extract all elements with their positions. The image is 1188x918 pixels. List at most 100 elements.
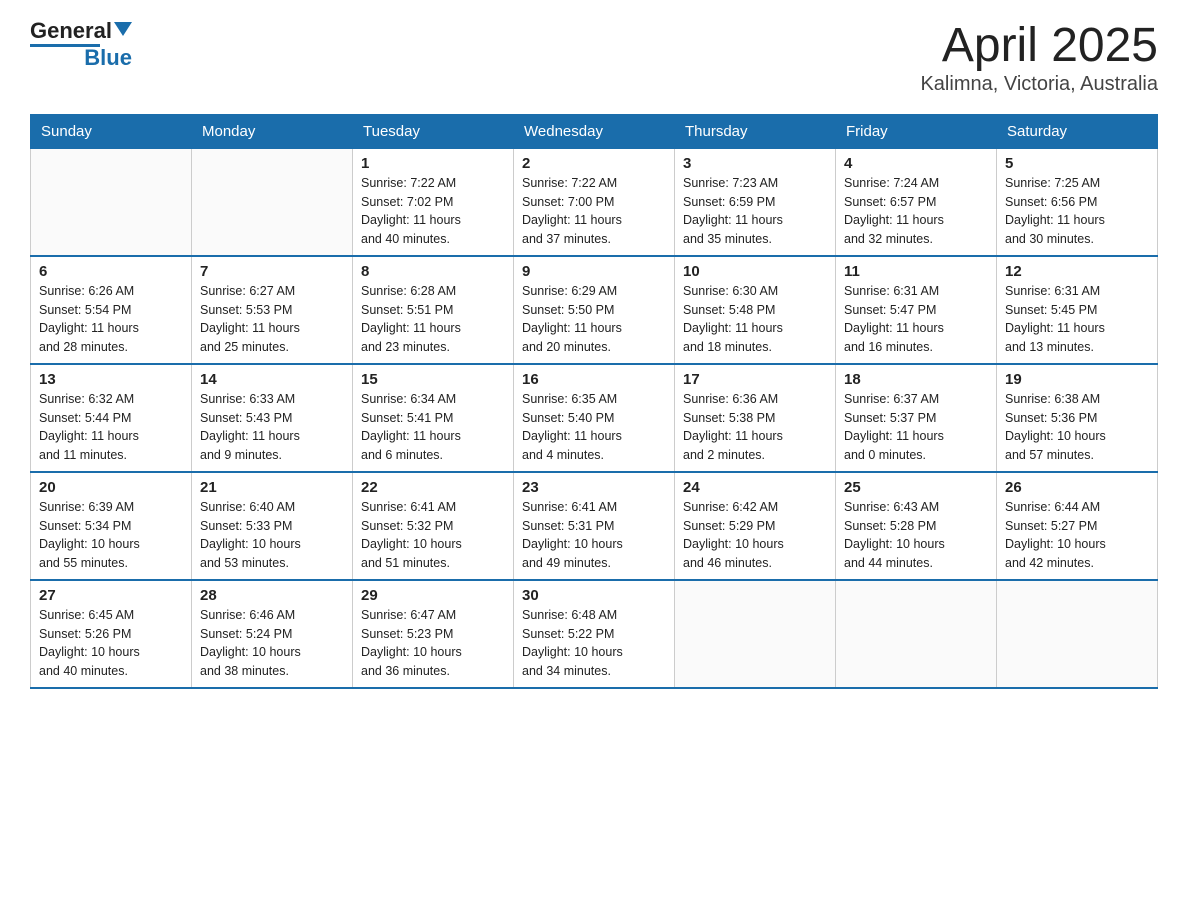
day-info: Sunrise: 6:46 AM Sunset: 5:24 PM Dayligh… (200, 606, 344, 681)
calendar-title: April 2025 (920, 20, 1158, 73)
day-info: Sunrise: 6:35 AM Sunset: 5:40 PM Dayligh… (522, 390, 666, 465)
day-number: 27 (39, 587, 183, 604)
day-info: Sunrise: 6:27 AM Sunset: 5:53 PM Dayligh… (200, 282, 344, 357)
calendar-body: 1Sunrise: 7:22 AM Sunset: 7:02 PM Daylig… (31, 148, 1158, 688)
day-of-week-header: Tuesday (353, 114, 514, 148)
day-number: 23 (522, 479, 666, 496)
calendar-week-row: 13Sunrise: 6:32 AM Sunset: 5:44 PM Dayli… (31, 364, 1158, 472)
day-info: Sunrise: 6:37 AM Sunset: 5:37 PM Dayligh… (844, 390, 988, 465)
calendar-week-row: 1Sunrise: 7:22 AM Sunset: 7:02 PM Daylig… (31, 148, 1158, 256)
calendar-cell: 15 Sunrise: 6:34 AM Sunset: 5:41 PM Dayli… (353, 364, 514, 472)
calendar-cell: 29Sunrise: 6:47 AM Sunset: 5:23 PM Dayli… (353, 580, 514, 688)
day-info: Sunrise: 6:38 AM Sunset: 5:36 PM Dayligh… (1005, 390, 1149, 465)
calendar-cell: 9 Sunrise: 6:29 AM Sunset: 5:50 PM Daylig… (514, 256, 675, 364)
calendar-cell: 4 Sunrise: 7:24 AM Sunset: 6:57 PM Daylig… (836, 148, 997, 256)
day-number: 20 (39, 479, 183, 496)
calendar-cell: 14 Sunrise: 6:33 AM Sunset: 5:43 PM Dayli… (192, 364, 353, 472)
title-block: April 2025 Kalimna, Victoria, Australia (920, 20, 1158, 96)
day-number: 25 (844, 479, 988, 496)
day-number: 28 (200, 587, 344, 604)
logo-triangle-icon (114, 22, 132, 36)
calendar-cell: 26Sunrise: 6:44 AM Sunset: 5:27 PM Dayli… (997, 472, 1158, 580)
calendar-cell: 16 Sunrise: 6:35 AM Sunset: 5:40 PM Dayli… (514, 364, 675, 472)
calendar-week-row: 27 Sunrise: 6:45 AM Sunset: 5:26 PM Dayli… (31, 580, 1158, 688)
calendar-cell (997, 580, 1158, 688)
day-number: 11 (844, 263, 988, 280)
calendar-cell: 24 Sunrise: 6:42 AM Sunset: 5:29 PM Dayli… (675, 472, 836, 580)
calendar-cell: 25Sunrise: 6:43 AM Sunset: 5:28 PM Dayli… (836, 472, 997, 580)
day-number: 21 (200, 479, 344, 496)
day-info: Sunrise: 6:41 AM Sunset: 5:31 PM Dayligh… (522, 498, 666, 573)
day-number: 6 (39, 263, 183, 280)
day-number: 18 (844, 371, 988, 388)
calendar-cell: 23 Sunrise: 6:41 AM Sunset: 5:31 PM Dayli… (514, 472, 675, 580)
day-info: Sunrise: 6:29 AM Sunset: 5:50 PM Dayligh… (522, 282, 666, 357)
day-info: Sunrise: 6:45 AM Sunset: 5:26 PM Dayligh… (39, 606, 183, 681)
day-number: 17 (683, 371, 827, 388)
calendar-cell: 27 Sunrise: 6:45 AM Sunset: 5:26 PM Dayli… (31, 580, 192, 688)
day-number: 7 (200, 263, 344, 280)
day-number: 24 (683, 479, 827, 496)
calendar-cell: 10 Sunrise: 6:30 AM Sunset: 5:48 PM Dayli… (675, 256, 836, 364)
day-number: 9 (522, 263, 666, 280)
day-number: 4 (844, 155, 988, 172)
day-info: Sunrise: 6:42 AM Sunset: 5:29 PM Dayligh… (683, 498, 827, 573)
calendar-week-row: 20Sunrise: 6:39 AM Sunset: 5:34 PM Dayli… (31, 472, 1158, 580)
calendar-cell (31, 148, 192, 256)
day-info: Sunrise: 6:28 AM Sunset: 5:51 PM Dayligh… (361, 282, 505, 357)
day-info: Sunrise: 7:25 AM Sunset: 6:56 PM Dayligh… (1005, 174, 1149, 249)
calendar-week-row: 6 Sunrise: 6:26 AM Sunset: 5:54 PM Daylig… (31, 256, 1158, 364)
day-info: Sunrise: 6:33 AM Sunset: 5:43 PM Dayligh… (200, 390, 344, 465)
calendar-cell: 21 Sunrise: 6:40 AM Sunset: 5:33 PM Dayli… (192, 472, 353, 580)
calendar-cell (836, 580, 997, 688)
day-info: Sunrise: 6:32 AM Sunset: 5:44 PM Dayligh… (39, 390, 183, 465)
calendar-cell: 11 Sunrise: 6:31 AM Sunset: 5:47 PM Dayli… (836, 256, 997, 364)
day-info: Sunrise: 6:34 AM Sunset: 5:41 PM Dayligh… (361, 390, 505, 465)
day-number: 1 (361, 155, 505, 172)
day-info: Sunrise: 6:26 AM Sunset: 5:54 PM Dayligh… (39, 282, 183, 357)
calendar-cell (675, 580, 836, 688)
calendar-table: SundayMondayTuesdayWednesdayThursdayFrid… (30, 114, 1158, 689)
day-number: 2 (522, 155, 666, 172)
day-of-week-header: Sunday (31, 114, 192, 148)
day-number: 14 (200, 371, 344, 388)
calendar-cell: 8 Sunrise: 6:28 AM Sunset: 5:51 PM Daylig… (353, 256, 514, 364)
day-number: 8 (361, 263, 505, 280)
calendar-cell: 1Sunrise: 7:22 AM Sunset: 7:02 PM Daylig… (353, 148, 514, 256)
calendar-subtitle: Kalimna, Victoria, Australia (920, 73, 1158, 96)
calendar-cell: 18 Sunrise: 6:37 AM Sunset: 5:37 PM Dayli… (836, 364, 997, 472)
day-info: Sunrise: 6:31 AM Sunset: 5:47 PM Dayligh… (844, 282, 988, 357)
day-number: 22 (361, 479, 505, 496)
day-info: Sunrise: 7:24 AM Sunset: 6:57 PM Dayligh… (844, 174, 988, 249)
calendar-cell: 12Sunrise: 6:31 AM Sunset: 5:45 PM Dayli… (997, 256, 1158, 364)
calendar-cell: 17Sunrise: 6:36 AM Sunset: 5:38 PM Dayli… (675, 364, 836, 472)
day-number: 5 (1005, 155, 1149, 172)
day-number: 16 (522, 371, 666, 388)
day-number: 3 (683, 155, 827, 172)
day-of-week-header: Monday (192, 114, 353, 148)
calendar-cell: 30 Sunrise: 6:48 AM Sunset: 5:22 PM Dayli… (514, 580, 675, 688)
day-number: 19 (1005, 371, 1149, 388)
day-info: Sunrise: 6:30 AM Sunset: 5:48 PM Dayligh… (683, 282, 827, 357)
logo-blue-text: Blue (84, 45, 132, 70)
day-number: 12 (1005, 263, 1149, 280)
day-number: 29 (361, 587, 505, 604)
calendar-cell: 2Sunrise: 7:22 AM Sunset: 7:00 PM Daylig… (514, 148, 675, 256)
day-info: Sunrise: 6:40 AM Sunset: 5:33 PM Dayligh… (200, 498, 344, 573)
calendar-header: SundayMondayTuesdayWednesdayThursdayFrid… (31, 114, 1158, 148)
day-of-week-header: Thursday (675, 114, 836, 148)
day-info: Sunrise: 6:48 AM Sunset: 5:22 PM Dayligh… (522, 606, 666, 681)
day-of-week-header: Wednesday (514, 114, 675, 148)
calendar-cell: 6 Sunrise: 6:26 AM Sunset: 5:54 PM Daylig… (31, 256, 192, 364)
days-of-week-row: SundayMondayTuesdayWednesdayThursdayFrid… (31, 114, 1158, 148)
day-number: 10 (683, 263, 827, 280)
calendar-cell: 20Sunrise: 6:39 AM Sunset: 5:34 PM Dayli… (31, 472, 192, 580)
calendar-cell: 3Sunrise: 7:23 AM Sunset: 6:59 PM Daylig… (675, 148, 836, 256)
day-number: 15 (361, 371, 505, 388)
day-of-week-header: Friday (836, 114, 997, 148)
calendar-cell (192, 148, 353, 256)
day-number: 30 (522, 587, 666, 604)
day-of-week-header: Saturday (997, 114, 1158, 148)
calendar-cell: 13Sunrise: 6:32 AM Sunset: 5:44 PM Dayli… (31, 364, 192, 472)
calendar-cell: 28 Sunrise: 6:46 AM Sunset: 5:24 PM Dayli… (192, 580, 353, 688)
